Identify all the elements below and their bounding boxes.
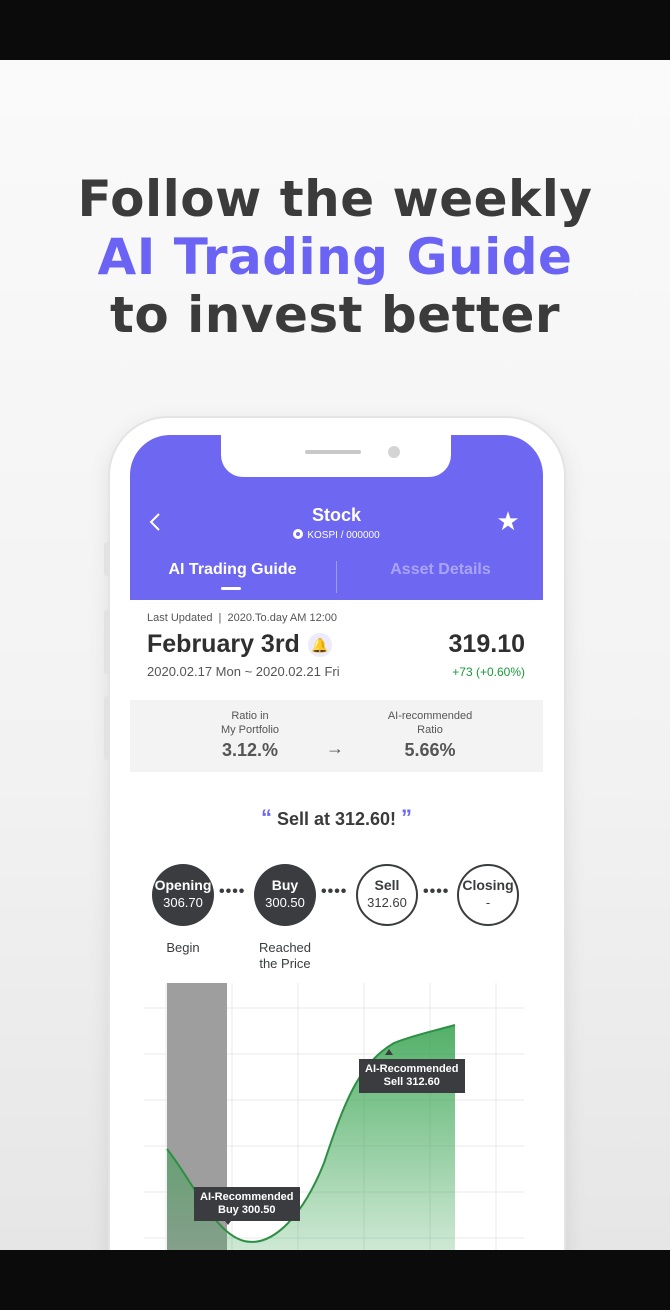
sell-tooltip: AI-Recommended Sell 312.60 <box>359 1059 465 1093</box>
tab-asset-details[interactable]: Asset Details <box>338 561 543 579</box>
recommended-ratio-value: 5.66% <box>404 740 456 760</box>
tab-ai-trading-guide[interactable]: AI Trading Guide <box>130 561 335 579</box>
phone-notch <box>221 435 451 477</box>
price-change: +73 (+0.60%) <box>452 665 525 679</box>
step-sell: Sell 312.60 <box>356 864 418 926</box>
last-updated: Last Updated | 2020.To.day AM 12:00 <box>147 612 337 624</box>
step-value: - <box>485 895 491 910</box>
recommended-ratio-label-line-2: Ratio <box>417 724 443 736</box>
date-range: 2020.02.17 Mon ~ 2020.02.21 Fri <box>147 664 340 679</box>
step-label: Closing <box>462 877 514 893</box>
market-code: KOSPI / 000000 <box>307 530 380 541</box>
buy-tooltip: AI-Recommended Buy 300.50 <box>194 1187 300 1221</box>
market-flag-icon <box>293 529 304 539</box>
portfolio-ratio-value: 3.12.% <box>221 740 279 760</box>
quote-text: Sell at 312.60! <box>276 809 397 829</box>
step-label: Buy <box>271 877 299 893</box>
recommended-ratio-label-line-1: AI-recommended <box>387 710 473 722</box>
favorite-button[interactable]: ★ <box>494 507 522 535</box>
price-chart: AI-Recommended Buy 300.50 AI-Recommended… <box>144 983 524 1250</box>
promo-headline: Follow the weekly AI Trading Guide to in… <box>0 170 670 344</box>
summary-panel: Last Updated | 2020.To.day AM 12:00 Febr… <box>130 600 543 700</box>
step-caption-opening: Begin <box>143 940 223 956</box>
step-buy: Buy 300.50 <box>254 864 316 926</box>
portfolio-ratio-label: Ratio in My Portfolio <box>190 709 310 737</box>
phone-volume-up <box>104 610 110 674</box>
portfolio-ratio-label-line-1: Ratio in <box>231 710 269 722</box>
caption-line: the Price <box>259 956 311 971</box>
stock-subtitle: KOSPI / 000000 <box>130 529 543 541</box>
step-connector: •••• <box>219 883 246 900</box>
app-header: Stock KOSPI / 000000 ★ AI Trading Guide … <box>130 435 543 600</box>
caption-line: Begin <box>166 940 200 955</box>
bell-icon[interactable]: 🔔 <box>308 633 332 657</box>
step-value: 300.50 <box>265 895 305 910</box>
headline-line-2: AI Trading Guide <box>97 228 573 286</box>
speaker-grille <box>305 450 361 454</box>
step-closing: Closing - <box>457 864 519 926</box>
step-caption-buy: Reached the Price <box>245 940 325 972</box>
active-tab-indicator <box>221 587 241 590</box>
tooltip-line: AI-Recommended <box>365 1063 459 1075</box>
step-value: 306.70 <box>163 895 203 910</box>
arrow-right-icon: → <box>326 738 344 758</box>
promo-stage: Follow the weekly AI Trading Guide to in… <box>0 60 670 1250</box>
portfolio-ratio-label-line-2: My Portfolio <box>220 724 280 736</box>
front-camera <box>388 446 400 458</box>
phone-mute-switch <box>104 542 110 576</box>
quote-close-icon: ” <box>401 805 413 830</box>
step-opening: Opening 306.70 <box>152 864 214 926</box>
recommendation-quote: “ Sell at 312.60! ” <box>130 805 543 831</box>
current-price: 319.10 <box>448 630 525 658</box>
bottom-letterbox <box>0 1250 670 1310</box>
step-label: Sell <box>374 877 400 893</box>
star-icon: ★ <box>496 506 520 536</box>
top-letterbox <box>0 0 670 60</box>
tooltip-line: Buy 300.50 <box>218 1204 276 1216</box>
headline-line-1: Follow the weekly <box>77 170 593 228</box>
tooltip-line: Sell 312.60 <box>383 1076 440 1088</box>
tooltip-line: AI-Recommended <box>200 1191 294 1203</box>
headline-line-3: to invest better <box>109 286 561 344</box>
recommended-ratio-label: AI-recommended Ratio <box>370 709 490 737</box>
phone-screen: Stock KOSPI / 000000 ★ AI Trading Guide … <box>130 435 543 1250</box>
step-label: Opening <box>154 877 212 893</box>
tab-divider <box>336 561 337 593</box>
guide-date: February 3rd <box>147 630 300 658</box>
caption-line: Reached <box>258 940 312 955</box>
ratio-panel: Ratio in My Portfolio 3.12.% → AI-recomm… <box>130 700 543 772</box>
step-connector: •••• <box>321 883 348 900</box>
phone-volume-down <box>104 696 110 760</box>
step-connector: •••• <box>423 883 450 900</box>
phone-frame: Stock KOSPI / 000000 ★ AI Trading Guide … <box>104 418 564 1250</box>
page-title: Stock <box>311 505 362 525</box>
step-value: 312.60 <box>367 895 407 910</box>
quote-open-icon: “ <box>260 805 272 830</box>
